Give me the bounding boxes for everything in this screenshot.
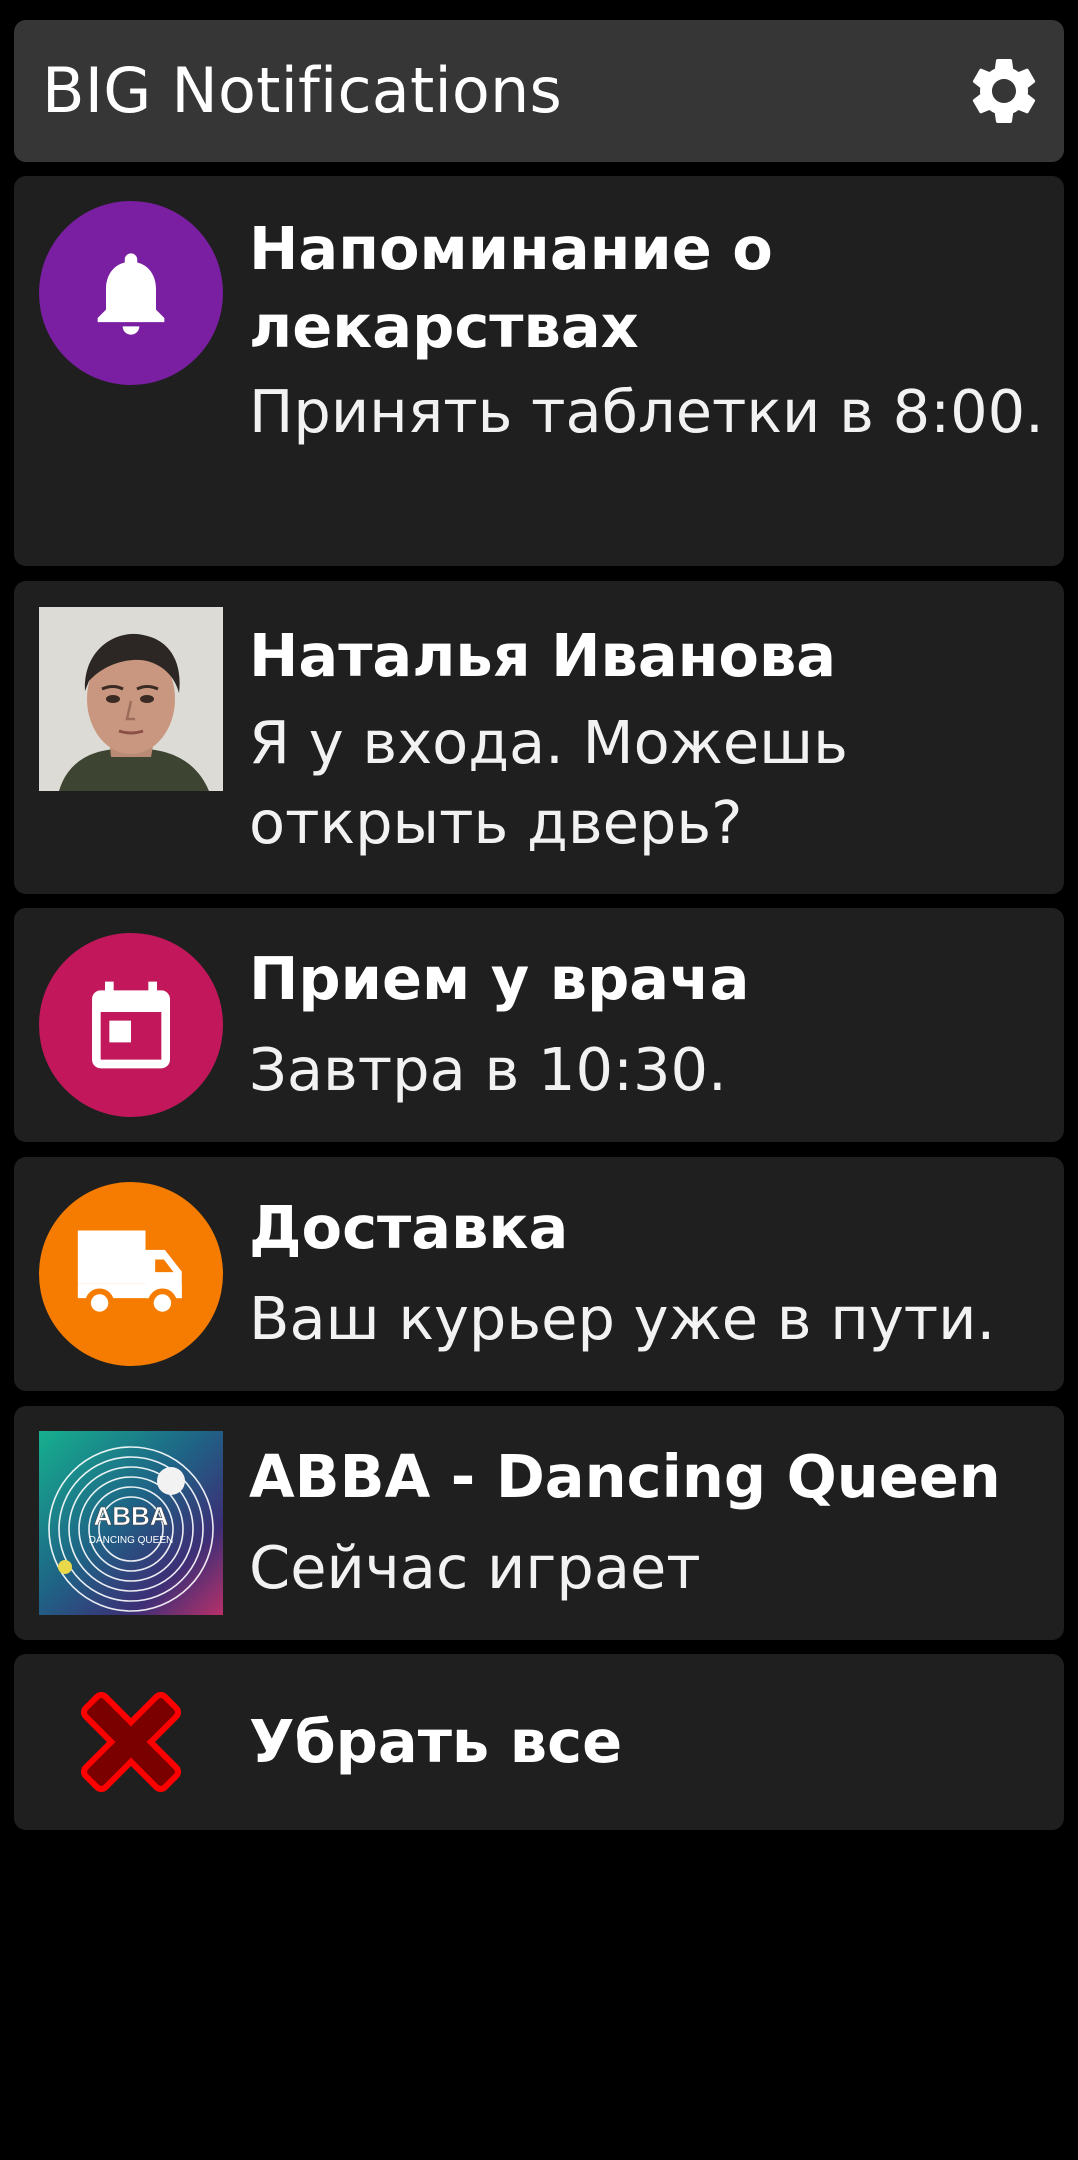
- svg-text:ABBA: ABBA: [93, 1501, 168, 1531]
- notification-body: Принять таблетки в 8:00.: [249, 377, 1044, 446]
- notification-card[interactable]: ABBA DANCING QUEEN ABBA - Dancing Queen …: [14, 1406, 1064, 1640]
- notification-card[interactable]: Прием у врача Завтра в 10:30.: [14, 908, 1064, 1142]
- clear-all-icon-wrap: [39, 1654, 223, 1830]
- close-icon: [80, 1691, 182, 1793]
- notification-body: Ваш курьер уже в пути.: [249, 1284, 996, 1353]
- contact-photo: [39, 607, 223, 791]
- truck-icon: [77, 1230, 182, 1318]
- notification-icon: [39, 933, 223, 1117]
- notification-card[interactable]: Напоминание о лекарствах Принять таблетк…: [14, 176, 1064, 566]
- bell-icon: [97, 253, 165, 335]
- calendar-icon: [92, 981, 170, 1069]
- notification-body: Завтра в 10:30.: [249, 1035, 727, 1104]
- app-root: BIG Notifications Напоминание о лекарств…: [0, 0, 1078, 2160]
- notification-title: ABBA - Dancing Queen: [249, 1442, 1001, 1511]
- notification-title: Наталья Иванова: [249, 621, 837, 690]
- gear-icon: [972, 58, 1036, 123]
- settings-button[interactable]: [964, 51, 1044, 131]
- contact-avatar: [39, 607, 223, 791]
- app-title: BIG Notifications: [42, 54, 563, 127]
- notification-card[interactable]: Наталья Иванова Я у входа. Можешь открыт…: [14, 581, 1064, 894]
- clear-all-label: Убрать все: [249, 1707, 623, 1776]
- notification-title: Напоминание о лекарствах: [249, 214, 773, 361]
- notification-icon: [39, 201, 223, 385]
- app-header: BIG Notifications: [14, 20, 1064, 162]
- svg-text:DANCING QUEEN: DANCING QUEEN: [89, 1535, 173, 1546]
- notification-card[interactable]: Доставка Ваш курьер уже в пути.: [14, 1157, 1064, 1391]
- album-art: ABBA DANCING QUEEN: [39, 1431, 223, 1615]
- clear-all-button[interactable]: Убрать все: [14, 1654, 1064, 1830]
- notification-title: Доставка: [249, 1193, 569, 1262]
- notification-icon: [39, 1182, 223, 1366]
- album-art-image: ABBA DANCING QUEEN: [39, 1431, 223, 1615]
- notification-body: Сейчас играет: [249, 1533, 701, 1602]
- notification-title: Прием у врача: [249, 944, 750, 1013]
- notification-body: Я у входа. Можешь открыть дверь?: [249, 708, 848, 857]
